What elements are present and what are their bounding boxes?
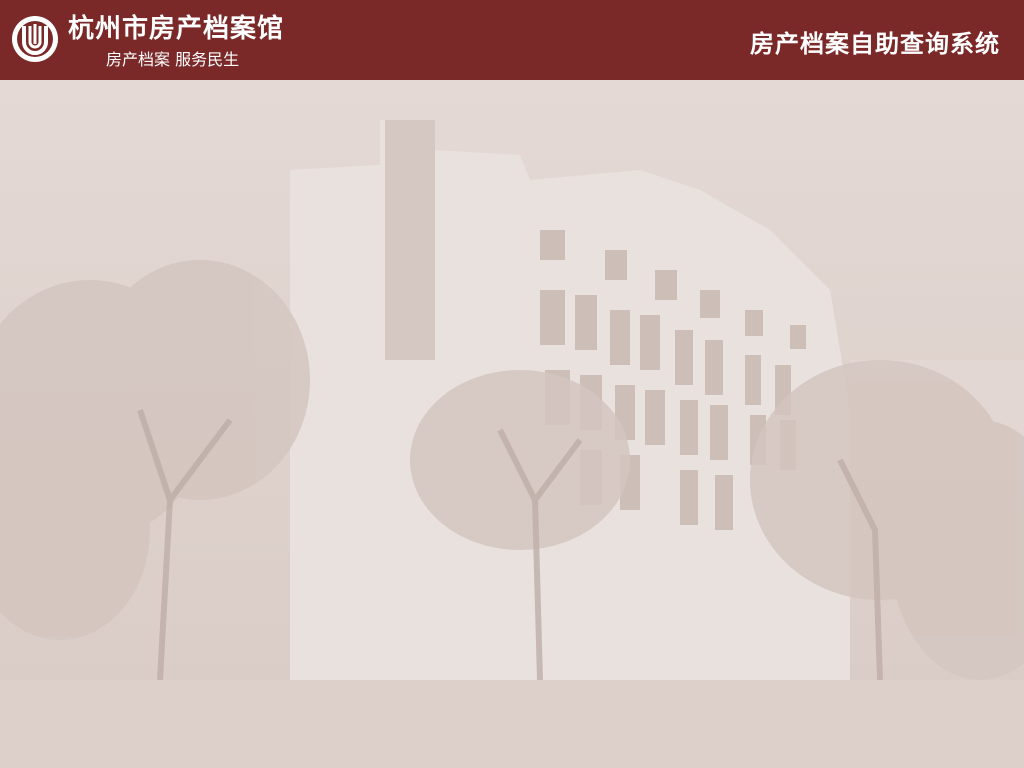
system-title: 房产档案自助查询系统 — [750, 30, 1000, 58]
archive-logo-icon — [12, 16, 58, 62]
app-header: 杭州市房产档案馆 房产档案 服务民生 房产档案自助查询系统 — [0, 0, 1024, 80]
archive-building-photo — [0, 80, 1024, 768]
brand-subtitle: 房产档案 服务民生 — [106, 50, 240, 69]
brand-title: 杭州市房产档案馆 — [68, 14, 285, 44]
